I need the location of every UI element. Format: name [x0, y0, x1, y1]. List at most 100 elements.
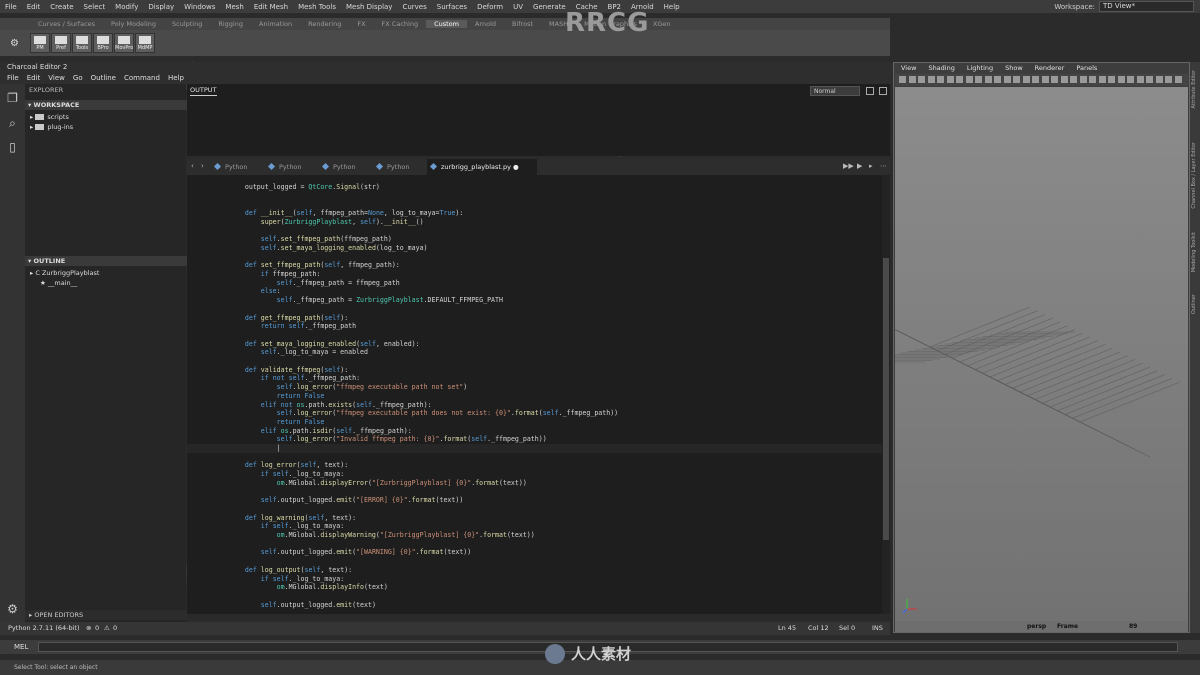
- viewport-tool-icon[interactable]: [1155, 76, 1163, 83]
- shelf-tab[interactable]: Custom: [426, 20, 467, 28]
- code-line[interactable]: if self._log_to_maya:: [187, 470, 882, 479]
- shelf-tab[interactable]: Animation: [251, 20, 300, 28]
- split-icon[interactable]: ▸: [869, 163, 876, 170]
- shelf-tab[interactable]: XGen: [645, 20, 679, 28]
- viewport-tool-icon[interactable]: [965, 76, 973, 83]
- maya-menu-item[interactable]: Surfaces: [432, 3, 472, 11]
- viewport-tool-icon[interactable]: [984, 76, 992, 83]
- code-line[interactable]: elif not os.path.exists(self._ffmpeg_pat…: [187, 401, 882, 410]
- workspace-selector[interactable]: Workspace: TD View*: [1054, 1, 1194, 12]
- charcoal-menu-item[interactable]: Go: [69, 74, 87, 82]
- viewport-menu-item[interactable]: Lighting: [961, 64, 999, 72]
- maya-menu-item[interactable]: Windows: [179, 3, 220, 11]
- viewport-tool-icon[interactable]: [1032, 76, 1039, 83]
- side-tab[interactable]: Modeling Toolkit: [1191, 232, 1197, 272]
- code-line[interactable]: self._log_to_maya = enabled: [187, 348, 882, 357]
- maya-menu-item[interactable]: Create: [45, 3, 78, 11]
- workspace-section[interactable]: ▾ WORKSPACE: [25, 100, 189, 110]
- shelf-tab[interactable]: FX Caching: [374, 20, 427, 28]
- code-line[interactable]: [187, 200, 882, 209]
- code-line[interactable]: def log_error(self, text):: [187, 461, 882, 470]
- side-tab[interactable]: Channel Box / Layer Editor: [1191, 142, 1197, 209]
- maya-menu-item[interactable]: Edit: [22, 3, 46, 11]
- code-line[interactable]: [187, 505, 882, 514]
- viewport-tool-icon[interactable]: [1165, 76, 1172, 83]
- charcoal-menu-item[interactable]: Help: [164, 74, 188, 82]
- viewport-tool-icon[interactable]: [1146, 76, 1153, 83]
- code-line[interactable]: [187, 227, 882, 236]
- outline-class[interactable]: ▸ C ZurbriggPlayblast: [30, 268, 99, 278]
- viewport-3d[interactable]: [855, 87, 1188, 621]
- charcoal-menu-item[interactable]: Command: [120, 74, 164, 82]
- maya-menu-item[interactable]: File: [0, 3, 22, 11]
- error-icon[interactable]: ⊗: [86, 622, 91, 635]
- maya-menu-item[interactable]: Mesh Display: [341, 3, 397, 11]
- viewport-menu-item[interactable]: Renderer: [1029, 64, 1071, 72]
- code-line[interactable]: om.MGlobal.displayWarning("[ZurbriggPlay…: [187, 531, 882, 540]
- shelf-tab[interactable]: Bifrost: [504, 20, 541, 28]
- code-line[interactable]: self.output_logged.emit("[WARNING] {0}".…: [187, 548, 882, 557]
- shelf-tab[interactable]: Rigging: [210, 20, 251, 28]
- viewport-tool-icon[interactable]: [1127, 76, 1134, 83]
- tab-zurbrigg-playblast[interactable]: zurbrigg_playblast.py ●: [427, 159, 537, 175]
- code-line[interactable]: self.set_maya_logging_enabled(log_to_may…: [187, 244, 882, 253]
- output-channel-select[interactable]: Normal: [810, 86, 860, 96]
- viewport-menu-item[interactable]: Shading: [922, 64, 960, 72]
- search-icon[interactable]: ⌕: [6, 117, 19, 130]
- viewport-menu-item[interactable]: Show: [999, 64, 1029, 72]
- maya-menu-item[interactable]: Help: [659, 3, 685, 11]
- viewport-tool-icon[interactable]: [946, 76, 954, 83]
- code-line[interactable]: [187, 192, 882, 201]
- save-icon[interactable]: [866, 87, 874, 95]
- code-line[interactable]: self.log_error("ffmpeg executable path d…: [187, 409, 882, 418]
- tree-folder-scripts[interactable]: ▸ scripts: [30, 112, 69, 122]
- outline-main[interactable]: ★ __main__: [40, 278, 77, 288]
- code-line[interactable]: self.set_ffmpeg_path(ffmpeg_path): [187, 235, 882, 244]
- code-line[interactable]: if not self._ffmpeg_path:: [187, 374, 882, 383]
- shelf-button[interactable]: Pref: [51, 33, 71, 53]
- viewport-tool-icon[interactable]: [1174, 76, 1182, 83]
- code-line[interactable]: self.output_logged.emit(text): [187, 601, 882, 610]
- tab-forward-icon[interactable]: ›: [201, 163, 208, 170]
- shelf-tab[interactable]: Poly Modeling: [103, 20, 164, 28]
- gear-icon[interactable]: ⚙: [6, 603, 19, 616]
- viewport-tool-icon[interactable]: [956, 76, 963, 83]
- maya-menu-item[interactable]: Curves: [397, 3, 431, 11]
- code-line[interactable]: return self._ffmpeg_path: [187, 322, 882, 331]
- code-line[interactable]: om.MGlobal.displayError("[ZurbriggPlaybl…: [187, 479, 882, 488]
- side-tab[interactable]: Outliner: [1191, 294, 1197, 314]
- code-line[interactable]: self._ffmpeg_path = ffmpeg_path: [187, 279, 882, 288]
- viewport-tool-icon[interactable]: [908, 76, 916, 83]
- viewport-tool-icon[interactable]: [1079, 76, 1087, 83]
- viewport-tool-icon[interactable]: [1117, 76, 1125, 83]
- maya-menu-item[interactable]: Display: [143, 3, 179, 11]
- code-line[interactable]: self.log_error("ffmpeg executable path n…: [187, 383, 882, 392]
- code-line[interactable]: om.MGlobal.displayInfo(text): [187, 583, 882, 592]
- code-line[interactable]: output_logged = QtCore.Signal(str): [187, 183, 882, 192]
- code-line[interactable]: [187, 357, 882, 366]
- code-line[interactable]: def set_ffmpeg_path(self, ffmpeg_path):: [187, 261, 882, 270]
- editor-horizontal-scrollbar[interactable]: [187, 614, 890, 620]
- side-tab[interactable]: Attribute Editor: [1191, 70, 1197, 108]
- viewport-tool-icon[interactable]: [937, 76, 944, 83]
- code-line[interactable]: [187, 453, 882, 462]
- code-line[interactable]: return False: [187, 418, 882, 427]
- charcoal-menu-item[interactable]: File: [3, 74, 23, 82]
- code-line[interactable]: [187, 488, 882, 497]
- warning-icon[interactable]: ⚠: [104, 622, 110, 635]
- maya-menu-item[interactable]: Modify: [110, 3, 143, 11]
- maya-menu-item[interactable]: Mesh: [220, 3, 248, 11]
- code-line[interactable]: if self._log_to_maya:: [187, 575, 882, 584]
- shelf-button[interactable]: MovPro: [114, 33, 134, 53]
- viewport-tool-icon[interactable]: [1003, 76, 1011, 83]
- viewport-tool-icon[interactable]: [994, 76, 1001, 83]
- code-line[interactable]: [187, 253, 882, 262]
- more-icon[interactable]: ⋯: [880, 163, 887, 170]
- viewport-tool-icon[interactable]: [1089, 76, 1096, 83]
- code-line[interactable]: self.log_error("Invalid ffmpeg path: {0}…: [187, 435, 882, 444]
- charcoal-menu-item[interactable]: View: [44, 74, 69, 82]
- run-icon[interactable]: ▶▶: [843, 163, 854, 170]
- clear-icon[interactable]: [879, 87, 887, 95]
- shelf-button[interactable]: Tools: [72, 33, 92, 53]
- code-line[interactable]: def validate_ffmpeg(self):: [187, 366, 882, 375]
